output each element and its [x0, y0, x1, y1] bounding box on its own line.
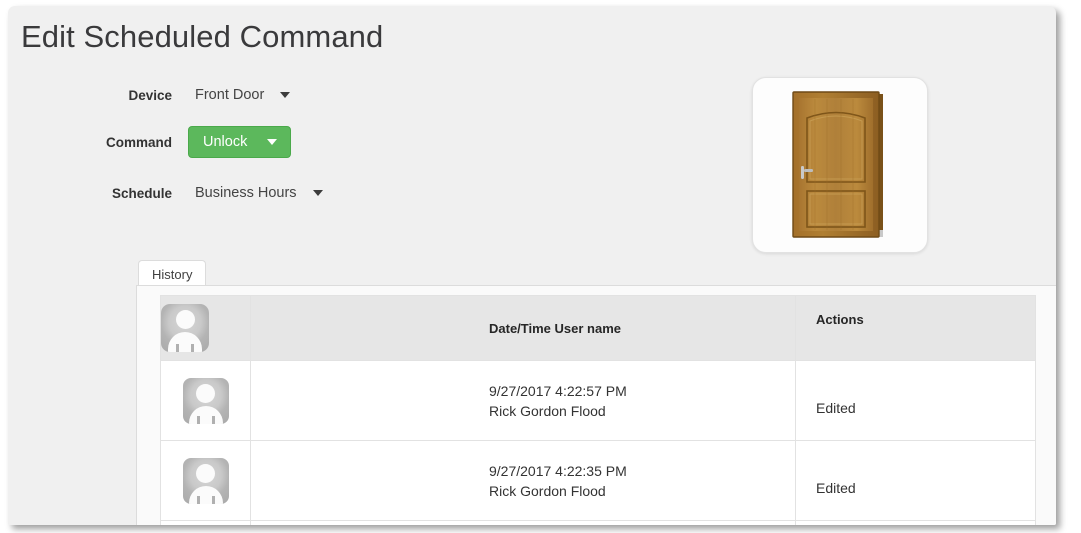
user-avatar-icon	[182, 457, 229, 504]
device-image-card	[752, 77, 928, 253]
history-grid: Date/Time User name Actions 9/27/2017 4:…	[160, 295, 1036, 525]
command-value: Unlock	[203, 134, 248, 150]
row-avatar	[160, 360, 251, 441]
row-username: Rick Gordon Flood	[489, 402, 606, 419]
row-action: Edited	[795, 360, 1036, 441]
table-row[interactable]: 9/27/2017 4:02:02 PM Rick Gordon Flood C…	[160, 520, 1036, 525]
row-timestamp: 9/27/2017 4:22:57 PM	[489, 382, 627, 399]
grid-header-datetime[interactable]: Date/Time User name	[250, 295, 796, 361]
grid-header-datetime-line2: User name	[554, 320, 622, 336]
row-avatar	[160, 520, 251, 525]
device-dropdown[interactable]: Front Door	[188, 83, 300, 107]
wooden-door-icon	[792, 91, 883, 238]
schedule-value: Business Hours	[195, 185, 297, 201]
row-datetime: 9/27/2017 4:02:02 PM Rick Gordon Flood	[250, 520, 796, 525]
row-username: Rick Gordon Flood	[489, 482, 606, 499]
device-label: Device	[128, 87, 172, 103]
schedule-dropdown[interactable]: Business Hours	[188, 181, 333, 205]
row-avatar	[160, 440, 251, 521]
chevron-down-icon	[312, 190, 323, 196]
chevron-down-icon[interactable]	[267, 139, 278, 145]
grid-header: Date/Time User name Actions	[160, 295, 1036, 361]
grid-header-row: Date/Time User name Actions	[160, 295, 1036, 361]
command-label: Command	[105, 134, 172, 150]
user-avatar-icon	[161, 304, 209, 352]
grid-body: 9/27/2017 4:22:57 PM Rick Gordon Flood E…	[160, 360, 1036, 525]
schedule-label: Schedule	[111, 185, 172, 201]
row-action: Edited	[795, 440, 1036, 521]
command-split-button[interactable]: Unlock	[188, 126, 292, 158]
history-panel: Date/Time User name Actions 9/27/2017 4:…	[136, 285, 1056, 525]
form-row-command: Command Unlock	[8, 126, 292, 158]
tab-history[interactable]: History	[138, 260, 207, 288]
row-action: Created	[795, 520, 1036, 525]
app-window: Edit Scheduled Command Device Front Door…	[8, 6, 1056, 525]
grid-header-avatar	[160, 295, 251, 361]
form-row-device: Device Front Door	[8, 80, 300, 110]
page-title: Edit Scheduled Command	[21, 19, 384, 54]
row-timestamp: 9/27/2017 4:22:35 PM	[489, 462, 627, 479]
tabstrip: History	[136, 260, 1056, 288]
table-row[interactable]: 9/27/2017 4:22:57 PM Rick Gordon Flood E…	[160, 360, 1036, 441]
grid-header-datetime-line1: Date/Time	[489, 320, 551, 336]
user-avatar-icon	[182, 377, 229, 424]
chevron-down-icon	[280, 92, 291, 98]
row-datetime: 9/27/2017 4:22:35 PM Rick Gordon Flood	[250, 440, 796, 521]
form-row-schedule: Schedule Business Hours	[8, 178, 333, 208]
table-row[interactable]: 9/27/2017 4:22:35 PM Rick Gordon Flood E…	[160, 440, 1036, 521]
device-value: Front Door	[195, 87, 265, 103]
grid-header-actions[interactable]: Actions	[795, 295, 1036, 361]
row-datetime: 9/27/2017 4:22:57 PM Rick Gordon Flood	[250, 360, 796, 441]
